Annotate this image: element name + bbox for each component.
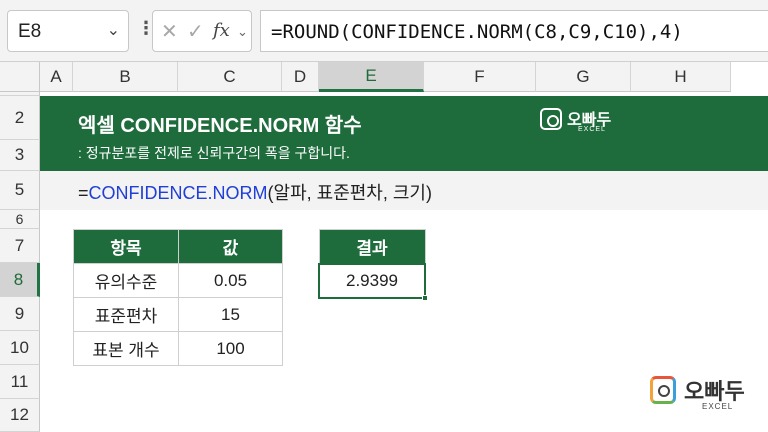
- result-table: 결과 2.9399: [318, 229, 428, 301]
- column-header-b[interactable]: B: [73, 62, 178, 92]
- cell-c8[interactable]: 0.05: [178, 263, 283, 298]
- cell-b9[interactable]: 표준편차: [73, 297, 179, 332]
- cell-b10[interactable]: 표본 개수: [73, 331, 179, 366]
- column-header-a[interactable]: A: [40, 62, 73, 92]
- row-header-12[interactable]: 12: [0, 399, 40, 432]
- syntax-eq: =: [78, 183, 89, 203]
- input-table: 항목 값 유의수준 0.05 표준편차 15 표본 개수 100: [73, 229, 283, 366]
- cell-c9[interactable]: 15: [178, 297, 283, 332]
- syntax-args: (알파, 표준편차, 크기): [267, 183, 432, 203]
- formula-bar: E8 ⌄ ⋮ ✕ ✓ fx ⌄ =ROUND(CONFIDENCE.NORM(C…: [0, 0, 768, 62]
- result-value: 2.9399: [346, 270, 398, 290]
- header-item[interactable]: 항목: [73, 229, 179, 264]
- row-header-8[interactable]: 8: [0, 263, 40, 297]
- brand-sub: EXCEL: [578, 126, 606, 133]
- row-header-6[interactable]: 6: [0, 210, 40, 229]
- brand-icon: [540, 108, 562, 130]
- formula-buttons: ✕ ✓ fx ⌄: [152, 10, 252, 52]
- table-row: 2.9399: [318, 262, 428, 301]
- watermark-logo: 오빠두 EXCEL: [650, 372, 760, 417]
- table-header-row: 항목 값: [73, 229, 283, 264]
- cell-e8-selected[interactable]: 2.9399: [318, 262, 428, 301]
- row-header-3[interactable]: 3: [0, 140, 40, 171]
- select-all-corner[interactable]: [0, 62, 40, 92]
- row-header-7[interactable]: 7: [0, 229, 40, 263]
- logo-icon: [650, 376, 676, 404]
- insert-function-icon[interactable]: fx: [213, 20, 230, 41]
- table-row: 유의수준 0.05: [73, 263, 283, 298]
- enter-icon[interactable]: ✓: [187, 19, 204, 44]
- cell-c10[interactable]: 100: [178, 331, 283, 366]
- formula-input[interactable]: =ROUND(CONFIDENCE.NORM(C8,C9,C10),4): [260, 10, 768, 52]
- syntax-text: =CONFIDENCE.NORM(알파, 표준편차, 크기): [78, 179, 432, 205]
- column-header-h[interactable]: H: [631, 62, 731, 92]
- column-header-g[interactable]: G: [536, 62, 631, 92]
- row-header-2[interactable]: 2: [0, 96, 40, 140]
- table-row: 표본 개수 100: [73, 331, 283, 366]
- syntax-function: CONFIDENCE.NORM: [88, 183, 268, 203]
- row-header-10[interactable]: 10: [0, 331, 40, 365]
- row-header-11[interactable]: 11: [0, 365, 40, 399]
- chevron-down-icon[interactable]: ⌄: [107, 20, 120, 40]
- fill-handle[interactable]: [422, 294, 428, 301]
- logo-sub: EXCEL: [702, 402, 734, 411]
- page-subtitle: : 정규분포를 전제로 신뢰구간의 폭을 구합니다.: [78, 145, 350, 161]
- name-box[interactable]: E8 ⌄: [7, 10, 129, 52]
- chevron-down-icon[interactable]: ⌄: [237, 24, 248, 40]
- formula-text: =ROUND(CONFIDENCE.NORM(C8,C9,C10),4): [271, 21, 683, 43]
- column-header-c[interactable]: C: [178, 62, 282, 92]
- name-box-value: E8: [18, 21, 42, 42]
- header-value[interactable]: 값: [178, 229, 283, 264]
- table-header-row: 결과: [318, 229, 426, 264]
- column-header-e[interactable]: E: [319, 62, 424, 92]
- cancel-icon[interactable]: ✕: [161, 19, 178, 44]
- column-header-d[interactable]: D: [282, 62, 319, 92]
- row-header-5[interactable]: 5: [0, 171, 40, 210]
- row-header-9[interactable]: 9: [0, 297, 40, 331]
- column-header-f[interactable]: F: [424, 62, 536, 92]
- cell-b8[interactable]: 유의수준: [73, 263, 179, 298]
- table-row: 표준편차 15: [73, 297, 283, 332]
- syntax-row: =CONFIDENCE.NORM(알파, 표준편차, 크기): [40, 171, 768, 210]
- header-result[interactable]: 결과: [318, 229, 426, 264]
- title-banner: 엑셀 CONFIDENCE.NORM 함수 : 정규분포를 전제로 신뢰구간의 …: [40, 96, 768, 171]
- page-title: 엑셀 CONFIDENCE.NORM 함수: [78, 115, 362, 137]
